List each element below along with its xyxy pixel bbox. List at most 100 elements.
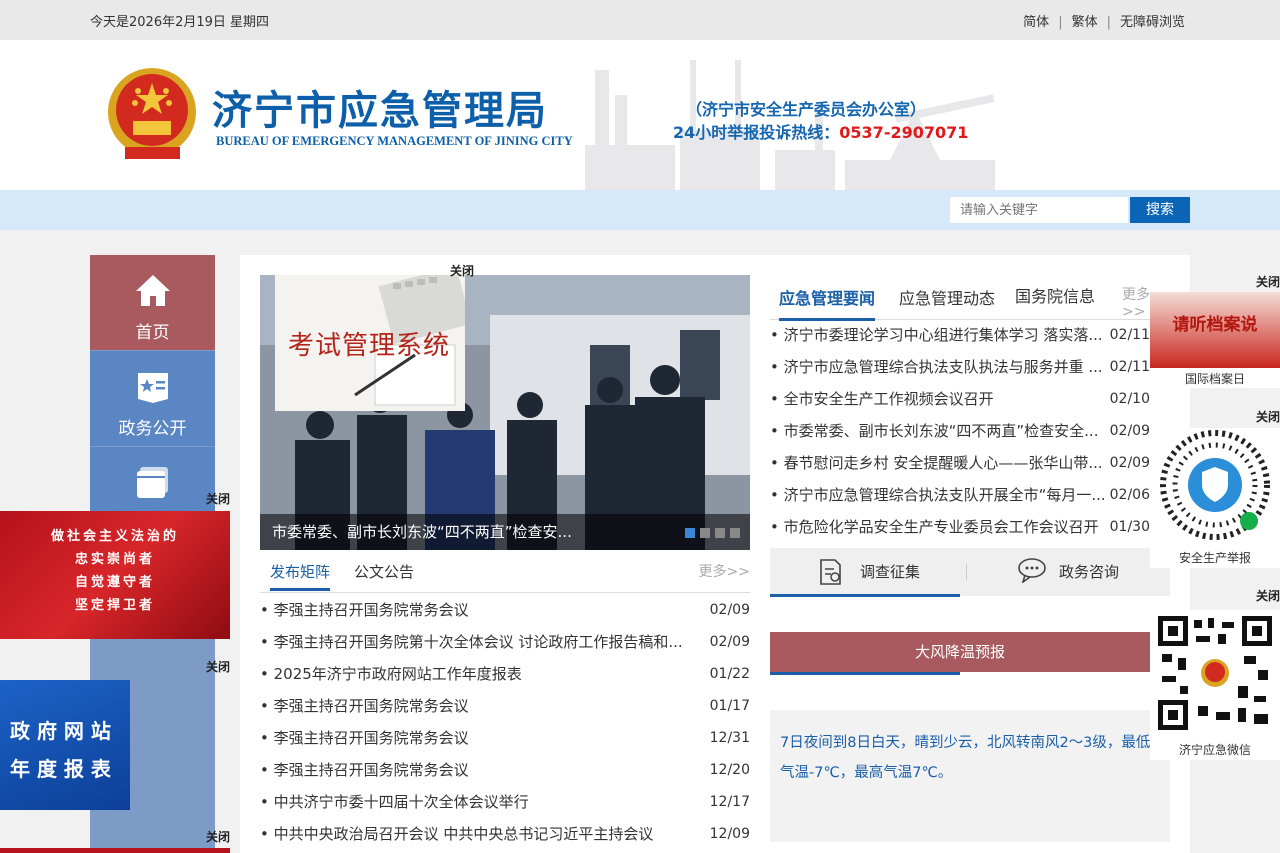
news-title[interactable]: • 中共济宁市委十四届十次全体会议举行: [260, 786, 529, 818]
safety-report-card[interactable]: 安全生产举报: [1150, 428, 1280, 568]
window-icon: [137, 467, 168, 498]
report-qr-code: [1160, 430, 1270, 540]
news-title-text[interactable]: 中共济宁市委十四届十次全体会议举行: [274, 793, 529, 811]
search-bar: 搜索: [0, 190, 1280, 230]
list-item[interactable]: • 市危险化学品安全生产专业委员会工作会议召开 01/30: [770, 511, 1150, 543]
exam-system-title: 考试管理系统: [288, 331, 451, 361]
wechat-qr-code: [1158, 616, 1272, 730]
list-item[interactable]: • 2025年济宁市政府网站工作年度报表 01/22: [260, 658, 750, 690]
news-title[interactable]: • 中共中央政治局召开会议 中共中央总书记习近平主持会议: [260, 818, 653, 850]
list-item[interactable]: • 济宁市应急管理综合执法支队执法与服务并重 ... 02/11: [770, 351, 1150, 383]
list-item[interactable]: • 李强主持召开国务院常务会议 12/20: [260, 754, 750, 786]
news-date: 02/09: [709, 634, 750, 650]
right-panel-tabs: 应急管理要闻 应急管理动态 国务院信息 更多>>: [770, 275, 1170, 321]
news-title-text[interactable]: 李强主持召开国务院常务会议: [274, 761, 469, 779]
nav-item-government-affairs[interactable]: 政务公开: [90, 351, 215, 446]
close-button[interactable]: 关闭: [450, 262, 474, 279]
weather-warning-title[interactable]: 大风降温预报: [770, 632, 1150, 672]
consult-link[interactable]: 政务咨询: [1059, 548, 1119, 596]
list-item[interactable]: • 中共济宁市委十四届十次全体会议举行 12/17: [260, 786, 750, 818]
close-button[interactable]: 关闭: [1256, 273, 1280, 290]
news-title[interactable]: • 李强主持召开国务院第十次全体会议 讨论政府工作报告稿和...: [260, 626, 683, 658]
news-title[interactable]: • 全市安全生产工作视频会议召开: [770, 383, 994, 415]
tab-official-notices[interactable]: 公文公告: [354, 561, 414, 582]
list-item[interactable]: • 中共中央政治局召开会议 中共中央总书记习近平主持会议 12/09: [260, 818, 750, 850]
tab-emergency-news[interactable]: 应急管理要闻: [779, 285, 876, 321]
list-item[interactable]: • 李强主持召开国务院第十次全体会议 讨论政府工作报告稿和... 02/09: [260, 626, 750, 658]
news-title[interactable]: • 李强主持召开国务院常务会议: [260, 754, 469, 786]
news-title-text[interactable]: 济宁市应急管理综合执法支队开展全市“每月一...: [784, 486, 1106, 504]
rule-of-law-ad[interactable]: 做社会主义法治的 忠实崇尚者 自觉遵守者 坚定捍卫者: [0, 511, 230, 639]
nav-label: 首页: [135, 323, 170, 343]
news-title[interactable]: • 市委常委、副市长刘东波“四不两直”检查安全...: [770, 415, 1098, 447]
wechat-caption: 济宁应急微信: [1178, 743, 1251, 757]
close-button[interactable]: 关闭: [206, 490, 230, 507]
news-title-text[interactable]: 济宁市应急管理综合执法支队执法与服务并重 ...: [784, 358, 1103, 376]
list-item[interactable]: • 济宁市应急管理综合执法支队开展全市“每月一... 02/06: [770, 479, 1150, 511]
search-button[interactable]: 搜索: [1130, 197, 1190, 223]
list-item[interactable]: • 市委常委、副市长刘东波“四不两直”检查安全... 02/09: [770, 415, 1150, 447]
survey-link[interactable]: 调查征集: [860, 548, 920, 596]
ad-line: 做社会主义法治的: [50, 529, 179, 544]
simplified-link[interactable]: 简体: [1023, 15, 1049, 30]
news-title[interactable]: • 市危险化学品安全生产专业委员会工作会议召开: [770, 511, 1099, 543]
close-button[interactable]: 关闭: [206, 828, 230, 845]
list-item[interactable]: • 李强主持召开国务院常务会议 01/17: [260, 690, 750, 722]
list-item[interactable]: • 李强主持召开国务院常务会议 12/31: [260, 722, 750, 754]
close-button[interactable]: 关闭: [1256, 408, 1280, 425]
close-button[interactable]: 关闭: [1256, 587, 1280, 604]
ad-line: 坚定捍卫者: [74, 598, 155, 613]
tab-emergency-updates[interactable]: 应急管理动态: [899, 285, 995, 309]
news-title-text[interactable]: 全市安全生产工作视频会议召开: [784, 390, 994, 408]
news-title[interactable]: • 2025年济宁市政府网站工作年度报表: [260, 658, 522, 690]
website-report-ad[interactable]: 政 府 网 站 年 度 报 表: [0, 680, 130, 810]
news-title[interactable]: • 济宁市应急管理综合执法支队开展全市“每月一...: [770, 479, 1106, 511]
news-date: 02/09: [709, 602, 750, 618]
exam-system-ad[interactable]: 考试管理系统: [275, 275, 465, 411]
news-date: 02/11: [1109, 327, 1150, 343]
slide-dot[interactable]: [715, 528, 725, 538]
archive-day-card[interactable]: 请听档案说 国际档案日: [1150, 292, 1280, 388]
more-link[interactable]: 更多>>: [699, 561, 750, 581]
list-item[interactable]: • 全市安全生产工作视频会议召开 02/10: [770, 383, 1150, 415]
news-title[interactable]: • 李强主持召开国务院常务会议: [260, 690, 469, 722]
news-title-text[interactable]: 李强主持召开国务院第十次全体会议 讨论政府工作报告稿和...: [274, 633, 683, 651]
slide-dot[interactable]: [730, 528, 740, 538]
news-title[interactable]: • 李强主持召开国务院常务会议: [260, 594, 469, 626]
search-input[interactable]: [950, 197, 1128, 223]
traditional-link[interactable]: 繁体: [1072, 15, 1098, 30]
news-title-text[interactable]: 市委常委、副市长刘东波“四不两直”检查安全...: [784, 422, 1099, 440]
slide-caption[interactable]: 市委常委、副市长刘东波“四不两直”检查安...: [260, 514, 750, 550]
tab-state-council-info[interactable]: 国务院信息: [1015, 283, 1095, 307]
archive-banner: 请听档案说: [1150, 292, 1280, 368]
news-title-text[interactable]: 李强主持召开国务院常务会议: [274, 601, 469, 619]
news-date: 01/22: [709, 666, 750, 682]
list-item[interactable]: • 济宁市委理论学习中心组进行集体学习 落实落... 02/11: [770, 319, 1150, 351]
nav-item-home[interactable]: 首页: [90, 255, 215, 350]
wechat-card[interactable]: 济宁应急微信: [1150, 610, 1280, 760]
news-title-text[interactable]: 市危险化学品安全生产专业委员会工作会议召开: [784, 518, 1099, 536]
news-title-text[interactable]: 2025年济宁市政府网站工作年度报表: [274, 665, 522, 683]
news-title-text[interactable]: 李强主持召开国务院常务会议: [274, 729, 469, 747]
slide-dot[interactable]: [685, 528, 695, 538]
news-title-text[interactable]: 中共中央政治局召开会议 中共中央总书记习近平主持会议: [274, 825, 654, 843]
close-button[interactable]: 关闭: [206, 658, 230, 675]
news-title[interactable]: • 李强主持召开国务院常务会议: [260, 722, 469, 754]
accessible-link[interactable]: 无障碍浏览: [1120, 15, 1185, 30]
news-title[interactable]: • 济宁市委理论学习中心组进行集体学习 落实落...: [770, 319, 1103, 351]
ad-strip: [0, 848, 230, 853]
news-title-text[interactable]: 春节慰问走乡村 安全提醒暖人心——张华山带...: [784, 454, 1103, 472]
hotline-label: 24小时举报投诉热线：: [673, 123, 840, 142]
news-date: 12/09: [709, 826, 750, 842]
list-item[interactable]: • 春节慰问走乡村 安全提醒暖人心——张华山带... 02/09: [770, 447, 1150, 479]
news-title-text[interactable]: 李强主持召开国务院常务会议: [274, 697, 469, 715]
news-date: 12/20: [709, 762, 750, 778]
slide-dot[interactable]: [700, 528, 710, 538]
book-icon: [138, 373, 168, 403]
tab-release-matrix[interactable]: 发布矩阵: [270, 561, 331, 591]
news-title[interactable]: • 济宁市应急管理综合执法支队执法与服务并重 ...: [770, 351, 1103, 383]
list-item[interactable]: • 李强主持召开国务院常务会议 02/09: [260, 594, 750, 626]
divider: [966, 564, 967, 580]
news-title-text[interactable]: 济宁市委理论学习中心组进行集体学习 落实落...: [784, 326, 1103, 344]
news-title[interactable]: • 春节慰问走乡村 安全提醒暖人心——张华山带...: [770, 447, 1103, 479]
